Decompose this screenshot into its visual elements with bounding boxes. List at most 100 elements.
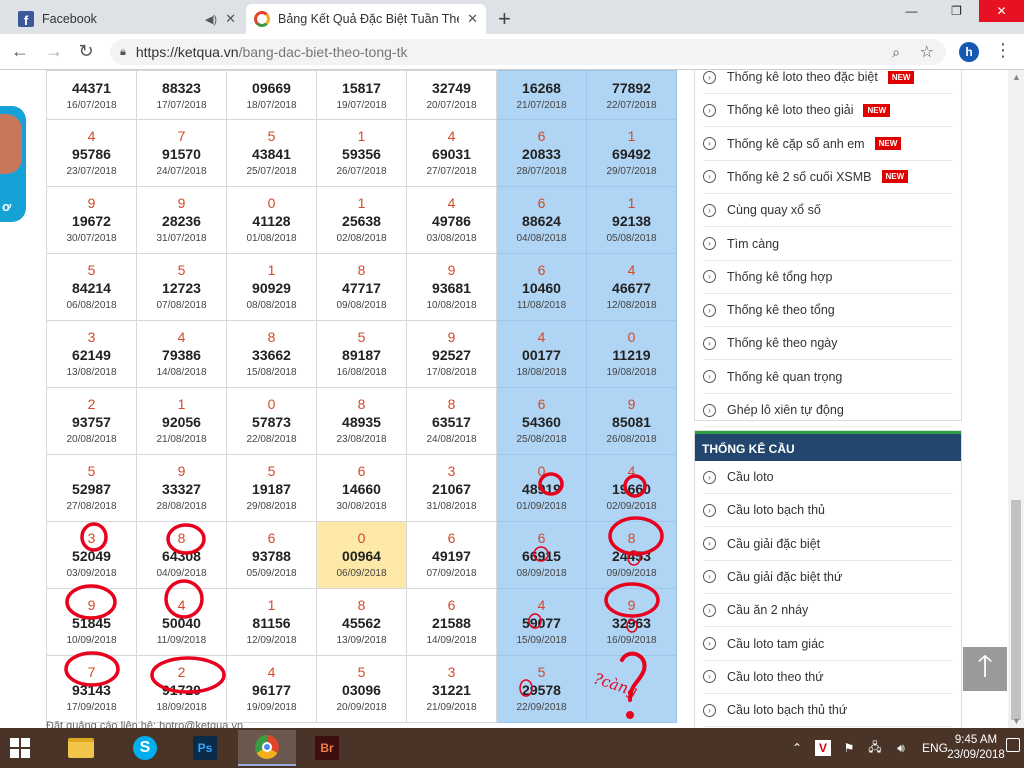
cau-menu-item[interactable]: › Cầu giải đặc biệt: [703, 528, 953, 561]
profile-avatar[interactable]: h: [959, 42, 979, 62]
chrome-icon: [255, 735, 279, 759]
cell-total: 9: [87, 195, 96, 211]
scroll-up-icon[interactable]: ▲: [1012, 72, 1021, 82]
chevron-right-icon: ›: [703, 103, 716, 117]
speaker-icon[interactable]: ◀): [205, 13, 217, 26]
volume-icon[interactable]: 🔊︎: [893, 740, 909, 756]
stats-menu-item[interactable]: › Thống kê theo tổng: [703, 294, 953, 328]
stats-menu-item[interactable]: › Thống kê 2 số cuối XSMB NEW: [703, 161, 953, 194]
cell-total: 8: [357, 262, 366, 278]
back-button[interactable]: ←: [8, 41, 32, 62]
back-to-top-button[interactable]: 🡑: [963, 647, 1007, 691]
tab-ketqua[interactable]: Bảng Kết Quả Đặc Biệt Tuần Theo Tổng ✕: [246, 4, 486, 34]
side-ad-banner[interactable]: ơ: [0, 106, 26, 222]
cell-number: 44371: [72, 80, 111, 96]
stats-menu-item[interactable]: › Tìm càng: [703, 228, 953, 261]
result-cell: 3 52049 03/09/2018: [46, 521, 137, 589]
cau-menu-item[interactable]: › Cầu giải đặc biệt thứ: [703, 561, 953, 594]
cell-total: 8: [627, 530, 636, 546]
cau-menu-item[interactable]: › Cầu loto bạch thủ: [703, 494, 953, 528]
stats-menu-item[interactable]: › Cùng quay xổ số: [703, 194, 953, 228]
cell-total: 9: [87, 597, 96, 613]
stats-menu-label: Thống kê theo tổng: [727, 303, 835, 318]
cell-number: 92527: [432, 347, 471, 363]
result-cell: 1 81156 12/09/2018: [226, 588, 317, 656]
network-icon[interactable]: 🖧: [867, 740, 883, 756]
cell-date: 01/09/2018: [516, 501, 567, 512]
more-menu-icon[interactable]: ⋮: [994, 40, 1012, 61]
stats-menu-item[interactable]: › Thống kê loto theo giải NEW: [703, 94, 953, 128]
scroll-thumb[interactable]: [1011, 500, 1021, 720]
cell-date: 30/07/2018: [66, 233, 117, 244]
cau-menu-item[interactable]: › Cầu ăn 2 nháy: [703, 594, 953, 628]
system-clock[interactable]: 9:45 AM 23/09/2018: [944, 733, 1008, 763]
cell-total: 4: [447, 128, 456, 144]
new-tab-button[interactable]: +: [498, 6, 511, 32]
chevron-right-icon: ›: [703, 203, 716, 217]
close-window-button[interactable]: ✕: [979, 0, 1024, 22]
minimize-button[interactable]: —: [889, 0, 934, 22]
close-tab-icon[interactable]: ✕: [225, 11, 236, 27]
taskbar-bridge[interactable]: Br: [298, 730, 356, 766]
cau-menu-item[interactable]: › Cầu loto bạch thủ thứ: [703, 694, 953, 728]
taskbar-file-explorer[interactable]: [52, 730, 110, 766]
cell-total: 5: [267, 463, 276, 479]
cell-date: 14/08/2018: [156, 367, 207, 378]
stats-menu-item[interactable]: › Thống kê loto theo đặc biệt NEW: [703, 70, 953, 94]
taskbar-skype[interactable]: S: [116, 730, 174, 766]
skype-icon: S: [133, 736, 157, 760]
cell-number: 16268: [522, 80, 561, 96]
cell-date: 19/09/2018: [246, 702, 297, 713]
cau-menu-item[interactable]: › Cầu loto tam giác: [703, 628, 953, 661]
address-bar[interactable]: 🔒︎ https://ketqua.vn/bang-dac-biet-theo-…: [110, 39, 946, 65]
cell-number: 96177: [252, 682, 291, 698]
stats-menu-item[interactable]: › Thống kê cặp số anh em NEW: [703, 128, 953, 161]
result-cell: 9 33327 28/08/2018: [136, 454, 227, 522]
cell-number: 90929: [252, 280, 291, 296]
cell-number: 93788: [252, 548, 291, 564]
zoom-icon[interactable]: ⌕: [892, 44, 900, 61]
cell-date: 16/07/2018: [66, 100, 117, 111]
chevron-up-icon[interactable]: ⌃: [789, 740, 805, 756]
cau-menu-item[interactable]: › Cầu loto theo thứ: [703, 661, 953, 694]
cell-date: 02/08/2018: [336, 233, 387, 244]
cell-total: 8: [357, 396, 366, 412]
tab-facebook[interactable]: f Facebook ◀) ✕: [10, 4, 244, 34]
cell-number: 69492: [612, 146, 651, 162]
cell-date: 09/08/2018: [336, 300, 387, 311]
scroll-down-icon[interactable]: ▼: [1012, 716, 1021, 726]
bookmark-star-icon[interactable]: ☆: [920, 42, 934, 62]
result-cell: 6 49197 07/09/2018: [406, 521, 497, 589]
cell-total: 5: [177, 262, 186, 278]
cell-date: 08/08/2018: [246, 300, 297, 311]
cell-date: 31/08/2018: [426, 501, 477, 512]
cell-date: 28/08/2018: [156, 501, 207, 512]
taskbar-photoshop[interactable]: Ps: [176, 730, 234, 766]
restore-button[interactable]: ❐: [934, 0, 979, 22]
table-row: 7 93143 17/09/2018 2 91720 18/09/2018 4 96177 19…: [46, 655, 677, 723]
cau-menu-item[interactable]: › Cầu loto: [703, 461, 953, 494]
stats-menu-item[interactable]: › Thống kê theo ngày: [703, 327, 953, 361]
stats-menu-item[interactable]: › Ghép lô xiên tự động: [703, 394, 953, 427]
cell-date: 10/09/2018: [66, 635, 117, 646]
cell-total: [407, 70, 496, 79]
cell-number: 45562: [342, 615, 381, 631]
vietkey-icon[interactable]: V: [815, 740, 831, 756]
close-tab-icon[interactable]: ✕: [467, 11, 478, 27]
reload-button[interactable]: ↻: [74, 41, 98, 62]
cell-total: [47, 70, 136, 79]
cell-date: 18/08/2018: [516, 367, 567, 378]
page-scrollbar[interactable]: ▲ ▼: [1008, 70, 1024, 728]
flag-icon[interactable]: ⚑: [841, 740, 857, 756]
cell-date: 06/08/2018: [66, 300, 117, 311]
result-cell: 09669 18/07/2018: [226, 70, 317, 120]
stats-menu-item[interactable]: › Thống kê tổng hợp: [703, 261, 953, 294]
cell-date: 22/08/2018: [246, 434, 297, 445]
forward-button[interactable]: →: [42, 41, 66, 62]
cell-date: 21/07/2018: [516, 100, 567, 111]
taskbar-chrome[interactable]: [238, 730, 296, 766]
notifications-icon[interactable]: [1006, 738, 1020, 752]
windows-start-button[interactable]: [10, 738, 30, 758]
result-cell: 3 31221 21/09/2018: [406, 655, 497, 723]
stats-menu-item[interactable]: › Thống kê quan trọng: [703, 361, 953, 394]
